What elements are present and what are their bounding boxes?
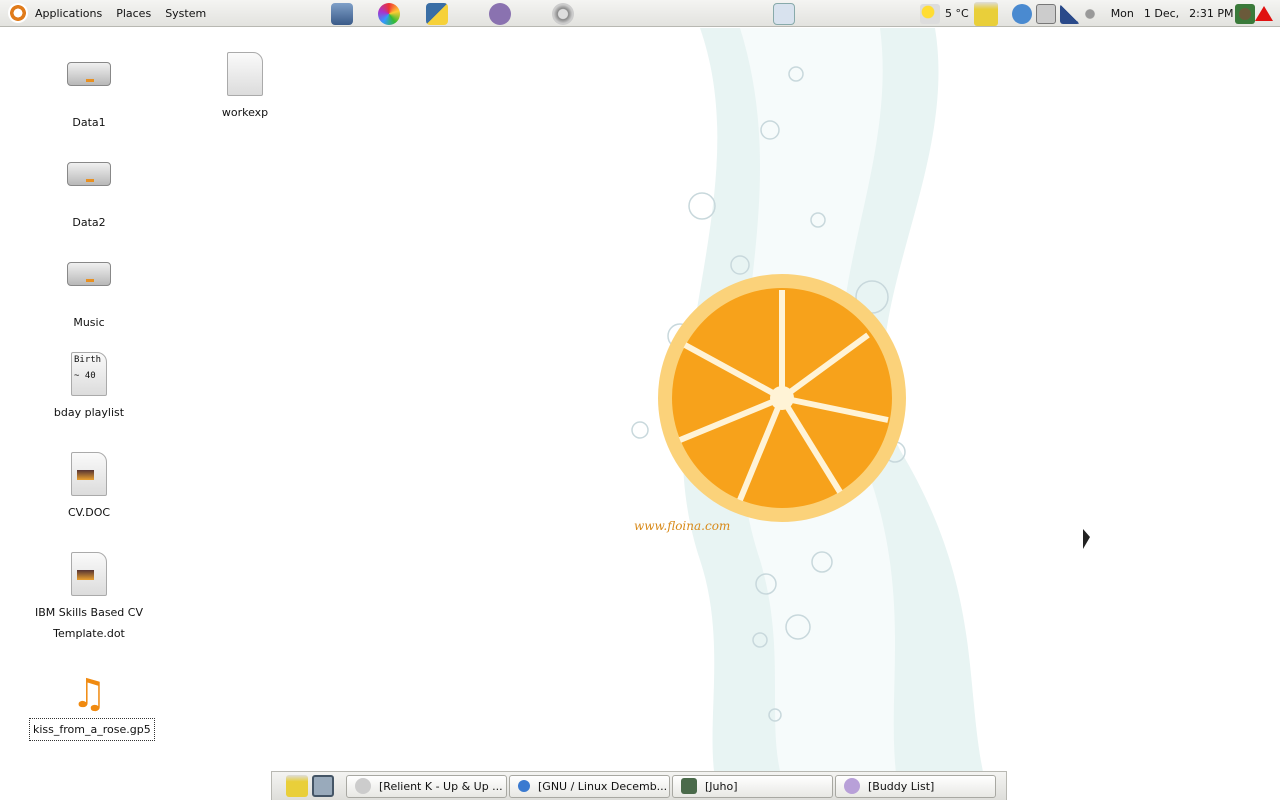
show-desktop-icon[interactable] xyxy=(312,775,334,797)
pidgin-icon xyxy=(844,778,860,794)
ubuntu-logo-icon[interactable] xyxy=(8,3,28,23)
desktop-icon-music[interactable]: Music xyxy=(34,250,144,333)
signal-bars-icon[interactable] xyxy=(1059,3,1080,24)
mouse-cursor-icon xyxy=(1083,529,1090,549)
icon-label: Music xyxy=(73,316,105,329)
desktop-icon-ibm-cv-template[interactable]: IBM Skills Based CV Template.dot xyxy=(34,552,144,644)
music-note-icon: ♫ xyxy=(71,671,107,717)
drive-icon xyxy=(67,162,111,186)
task-relient-k[interactable]: [Relient K - Up & Up ... xyxy=(346,774,507,798)
task-label: [Relient K - Up & Up ... xyxy=(379,779,503,793)
icon-label: Data1 xyxy=(72,116,106,129)
users-icon[interactable] xyxy=(1235,4,1255,24)
clock-date[interactable]: 1 Dec, xyxy=(1144,7,1179,20)
monitor-icon[interactable] xyxy=(331,3,353,25)
desktop-icon-data1[interactable]: Data1 xyxy=(34,50,144,133)
icon-label: bday playlist xyxy=(53,406,125,419)
desktop-icon-cv-doc[interactable]: CV.DOC xyxy=(34,452,144,523)
preview-line: ~ 40 xyxy=(74,371,96,381)
volume-icon[interactable] xyxy=(1083,3,1104,24)
task-juho[interactable]: [Juho] xyxy=(672,774,833,798)
trash-icon[interactable] xyxy=(973,1,998,26)
clock-chat-icon[interactable] xyxy=(1011,3,1032,24)
clock-day[interactable]: Mon xyxy=(1111,7,1134,20)
menu-applications[interactable]: Applications xyxy=(28,0,109,27)
notes-icon[interactable] xyxy=(773,3,795,25)
desktop-icon-kiss-from-a-rose[interactable]: ♫ kiss_from_a_rose.gp5 xyxy=(29,671,155,741)
wallpaper-watermark: www.floina.com xyxy=(634,519,730,533)
task-label: [Buddy List] xyxy=(868,779,935,793)
icon-label: Data2 xyxy=(72,216,106,229)
browser-globe-icon xyxy=(518,780,530,792)
pidgin-icon[interactable] xyxy=(489,3,511,25)
blank-file-icon xyxy=(227,52,263,96)
drive-icon xyxy=(67,262,111,286)
python-icon[interactable] xyxy=(426,3,448,25)
menu-system[interactable]: System xyxy=(158,0,213,27)
document-icon xyxy=(71,452,107,496)
icon-label: workexp xyxy=(221,106,269,119)
document-icon xyxy=(71,552,107,596)
weather-temperature[interactable]: 5 °C xyxy=(945,7,969,20)
task-label: [Juho] xyxy=(705,779,738,793)
audio-player-icon xyxy=(355,778,371,794)
speaker-device-icon[interactable] xyxy=(1035,3,1056,24)
desktop-icon-data2[interactable]: Data2 xyxy=(34,150,144,233)
menu-places[interactable]: Places xyxy=(109,0,158,27)
alert-triangle-icon[interactable] xyxy=(1255,6,1273,21)
clock-time[interactable]: 2:31 PM xyxy=(1189,7,1233,20)
color-wheel-icon[interactable] xyxy=(378,3,400,25)
preview-line: Birth xyxy=(74,355,102,365)
task-gnu-linux[interactable]: [GNU / Linux Decemb... xyxy=(509,774,670,798)
drive-icon xyxy=(67,62,111,86)
bottom-taskbar: [Relient K - Up & Up ... [GNU / Linux De… xyxy=(271,771,1007,800)
task-label: [GNU / Linux Decemb... xyxy=(538,779,668,793)
desktop-icon-workexp[interactable]: workexp xyxy=(190,52,300,123)
icon-label: IBM Skills Based CV Template.dot xyxy=(35,606,143,640)
text-file-icon: Birth ~ 40 xyxy=(71,352,107,396)
audio-player-icon[interactable] xyxy=(552,3,574,25)
desktop-icon-bday-playlist[interactable]: Birth ~ 40 bday playlist xyxy=(34,352,144,423)
chat-user-icon xyxy=(681,778,697,794)
task-buddy-list[interactable]: [Buddy List] xyxy=(835,774,996,798)
trash-icon[interactable] xyxy=(286,775,308,797)
icon-label: CV.DOC xyxy=(67,506,111,519)
top-panel: Applications Places System 5 °C Mon 1 De… xyxy=(0,0,1280,27)
icon-label: kiss_from_a_rose.gp5 xyxy=(29,718,155,741)
partly-cloudy-icon[interactable] xyxy=(920,3,940,24)
